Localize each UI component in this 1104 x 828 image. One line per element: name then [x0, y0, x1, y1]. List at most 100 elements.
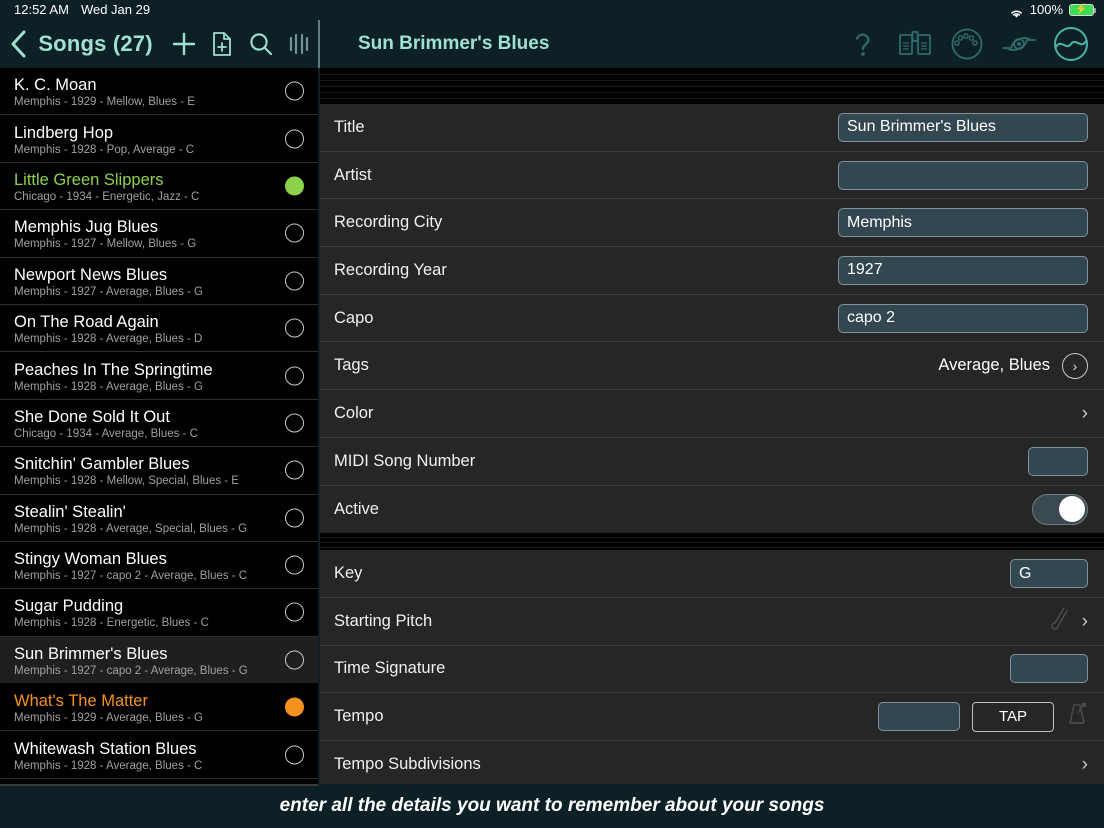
key-input[interactable]: G: [1010, 559, 1088, 588]
song-list-item[interactable]: Little Green SlippersChicago - 1934 - En…: [0, 163, 318, 210]
song-subtitle: Memphis - 1927 - Mellow, Blues - G: [14, 237, 318, 252]
song-list-item[interactable]: Newport News BluesMemphis - 1927 - Avera…: [0, 258, 318, 305]
new-document-icon[interactable]: [203, 20, 241, 68]
song-list-item[interactable]: What's The MatterMemphis - 1929 - Averag…: [0, 684, 318, 731]
song-subtitle: Memphis - 1927 - Average, Blues - G: [14, 285, 318, 300]
field-row-key[interactable]: Key G: [320, 550, 1104, 598]
song-status-dot[interactable]: [285, 698, 304, 717]
recording-city-input[interactable]: Memphis: [838, 208, 1088, 237]
status-bar-left: 12:52 AM Wed Jan 29: [0, 0, 150, 20]
song-status-dot[interactable]: [285, 319, 304, 338]
tuning-fork-icon[interactable]: [1048, 606, 1070, 637]
song-list-item[interactable]: She Done Sold It OutChicago - 1934 - Ave…: [0, 400, 318, 447]
plus-icon[interactable]: [165, 20, 203, 68]
wave-sync-icon[interactable]: [1050, 23, 1092, 65]
toggle-knob: [1059, 496, 1085, 522]
eye-pitch-icon[interactable]: [998, 23, 1040, 65]
song-status-dot[interactable]: [285, 603, 304, 622]
song-list-item[interactable]: Snitchin' Gambler BluesMemphis - 1928 - …: [0, 447, 318, 494]
song-list-item[interactable]: Stingy Woman BluesMemphis - 1927 - capo …: [0, 542, 318, 589]
tempo-input[interactable]: [878, 702, 960, 731]
capo-input[interactable]: capo 2: [838, 304, 1088, 333]
midi-song-number-input[interactable]: [1028, 447, 1088, 476]
help-icon[interactable]: [842, 23, 884, 65]
recording-city-label: Recording City: [334, 213, 442, 232]
capo-label: Capo: [334, 309, 373, 328]
time-signature-right: [1010, 654, 1088, 683]
song-status-dot[interactable]: [285, 745, 304, 764]
song-title: On The Road Again: [14, 313, 318, 332]
song-list-item[interactable]: Lindberg HopMemphis - 1928 - Pop, Averag…: [0, 115, 318, 162]
song-status-dot[interactable]: [285, 556, 304, 575]
field-row-title[interactable]: Title Sun Brimmer's Blues: [320, 104, 1104, 152]
song-status-dot[interactable]: [285, 176, 304, 195]
song-subtitle: Memphis - 1929 - Average, Blues - G: [14, 711, 318, 726]
setlist-book-icon[interactable]: [894, 23, 936, 65]
app-root: 12:52 AM Wed Jan 29 100% ⚡ Songs (27): [0, 0, 1104, 828]
title-input[interactable]: Sun Brimmer's Blues: [838, 113, 1088, 142]
active-toggle[interactable]: [1032, 494, 1088, 525]
song-status-dot[interactable]: [285, 366, 304, 385]
mixer-bars-icon[interactable]: [280, 20, 318, 68]
chevron-right-circle-icon[interactable]: ›: [1062, 353, 1088, 379]
status-bar-right: 100% ⚡: [1009, 0, 1104, 20]
field-row-time-signature[interactable]: Time Signature: [320, 646, 1104, 694]
banner-text: enter all the details you want to rememb…: [280, 795, 825, 817]
recording-year-input[interactable]: 1927: [838, 256, 1088, 285]
song-status-dot[interactable]: [285, 413, 304, 432]
song-list-item[interactable]: Sun Brimmer's BluesMemphis - 1927 - capo…: [0, 637, 318, 684]
midi-right: [1028, 447, 1088, 476]
song-status-dot[interactable]: [285, 129, 304, 148]
tempo-circle-icon[interactable]: [946, 23, 988, 65]
field-row-active[interactable]: Active: [320, 486, 1104, 534]
field-row-color[interactable]: Color ›: [320, 390, 1104, 438]
song-list-item[interactable]: Whitewash Station BluesMemphis - 1928 - …: [0, 731, 318, 778]
song-list-item[interactable]: Sugar PuddingMemphis - 1928 - Energetic,…: [0, 589, 318, 636]
song-list-item[interactable]: Peaches In The SpringtimeMemphis - 1928 …: [0, 352, 318, 399]
tempo-label: Tempo: [334, 707, 384, 726]
field-row-recording-city[interactable]: Recording City Memphis: [320, 199, 1104, 247]
wifi-icon: [1009, 5, 1024, 16]
field-row-starting-pitch[interactable]: Starting Pitch ›: [320, 598, 1104, 646]
field-row-recording-year[interactable]: Recording Year 1927: [320, 247, 1104, 295]
tags-right: Average, Blues ›: [938, 353, 1088, 379]
detail-section-gap: [320, 533, 1104, 550]
field-row-tempo[interactable]: Tempo TAP: [320, 693, 1104, 741]
song-status-dot[interactable]: [285, 271, 304, 290]
time-signature-input[interactable]: [1010, 654, 1088, 683]
tap-button[interactable]: TAP: [972, 702, 1054, 732]
status-time: 12:52 AM: [14, 0, 69, 20]
song-list-item[interactable]: Memphis Jug BluesMemphis - 1927 - Mellow…: [0, 210, 318, 257]
tempo-right: TAP: [878, 702, 1088, 732]
field-row-midi-song-number[interactable]: MIDI Song Number: [320, 438, 1104, 486]
song-list[interactable]: K. C. MoanMemphis - 1929 - Mellow, Blues…: [0, 68, 318, 784]
song-subtitle: Memphis - 1928 - Pop, Average - C: [14, 143, 318, 158]
song-list-item[interactable]: K. C. MoanMemphis - 1929 - Mellow, Blues…: [0, 68, 318, 115]
chevron-right-icon[interactable]: ›: [1082, 404, 1088, 423]
song-subtitle: Memphis - 1929 - Mellow, Blues - E: [14, 95, 318, 110]
chevron-right-icon[interactable]: ›: [1082, 612, 1088, 631]
battery-charging-icon: ⚡: [1069, 4, 1094, 16]
field-row-artist[interactable]: Artist: [320, 152, 1104, 200]
back-chevron-icon[interactable]: [0, 20, 38, 68]
song-status-dot[interactable]: [285, 650, 304, 669]
navigation-right: Sun Brimmer's Blues: [320, 20, 1104, 68]
song-status-dot[interactable]: [285, 82, 304, 101]
tags-label: Tags: [334, 356, 369, 375]
detail-top-gap: [320, 68, 1104, 104]
field-row-tempo-subdivisions[interactable]: Tempo Subdivisions ›: [320, 741, 1104, 789]
field-row-capo[interactable]: Capo capo 2: [320, 295, 1104, 343]
chevron-right-icon[interactable]: ›: [1082, 755, 1088, 774]
artist-input[interactable]: [838, 161, 1088, 190]
song-status-dot[interactable]: [285, 508, 304, 527]
status-bar: 12:52 AM Wed Jan 29 100% ⚡: [0, 0, 1104, 20]
search-icon[interactable]: [241, 20, 279, 68]
navigation-bar: Songs (27): [0, 20, 1104, 68]
metronome-icon[interactable]: [1066, 702, 1088, 731]
song-status-dot[interactable]: [285, 461, 304, 480]
song-status-dot[interactable]: [285, 224, 304, 243]
song-subtitle: Memphis - 1928 - Mellow, Special, Blues …: [14, 474, 318, 489]
song-list-item[interactable]: Stealin' Stealin'Memphis - 1928 - Averag…: [0, 495, 318, 542]
song-list-item[interactable]: On The Road AgainMemphis - 1928 - Averag…: [0, 305, 318, 352]
field-row-tags[interactable]: Tags Average, Blues ›: [320, 342, 1104, 390]
